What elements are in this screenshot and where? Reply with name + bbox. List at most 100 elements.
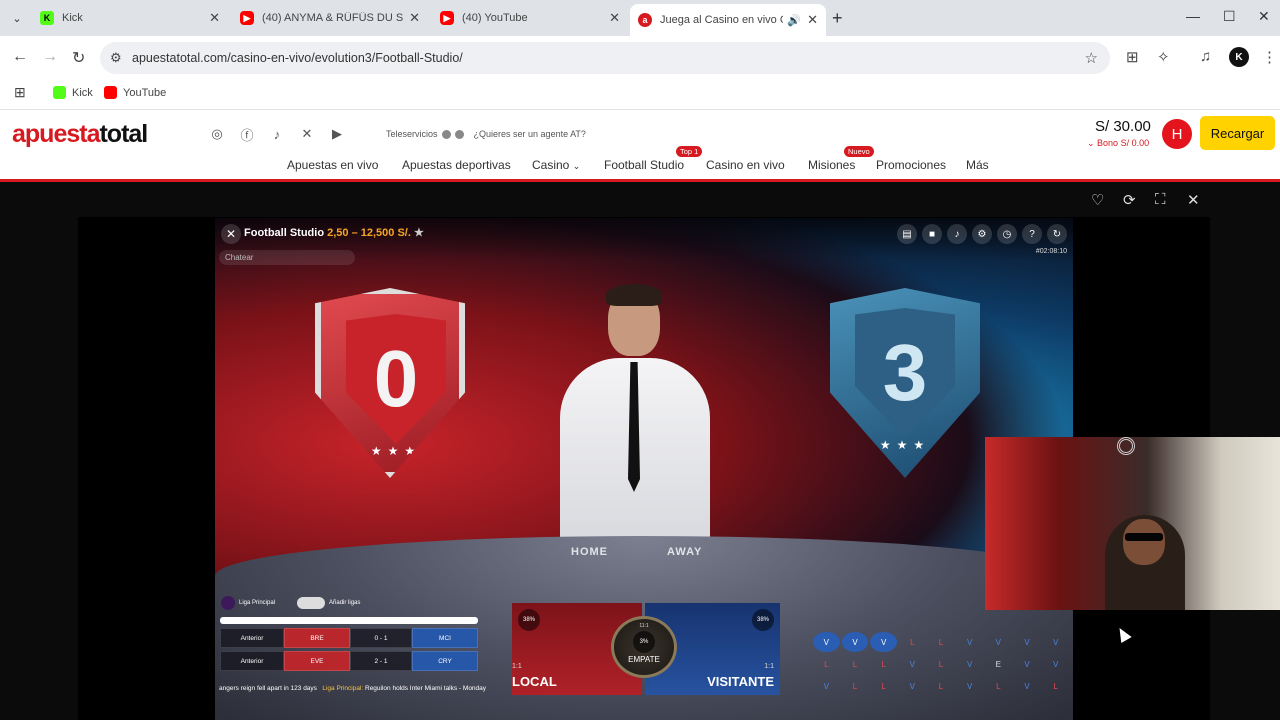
roadmap-cell: V	[909, 659, 915, 669]
dealer-hair	[606, 284, 662, 306]
menu-misiones[interactable]: Nuevo Misiones	[808, 146, 874, 172]
favorite-heart-icon[interactable]: ♡	[1091, 191, 1104, 209]
close-tab-icon[interactable]: ✕	[409, 10, 420, 26]
league-toggle[interactable]	[297, 597, 326, 609]
reload-icon[interactable]: ↻	[72, 48, 85, 68]
home-shield: 0 ★★★	[315, 288, 465, 478]
roadmap-cell: L	[938, 637, 944, 647]
roadmap-cell: V	[870, 632, 897, 652]
chat-icon[interactable]: ▤	[897, 224, 917, 244]
close-tab-icon[interactable]: ✕	[609, 10, 620, 26]
fullscreen-icon[interactable]: ⛶	[1155, 191, 1166, 208]
lobby-icon[interactable]: ↻	[1047, 224, 1067, 244]
menu-kebab-icon[interactable]: ⋮	[1262, 48, 1277, 66]
menu-casino[interactable]: Casino ⌄	[532, 158, 580, 172]
forward-icon[interactable]: →	[42, 48, 58, 66]
address-bar[interactable]: ⚙ apuestatotal.com/casino-en-vivo/evolut…	[100, 42, 1110, 74]
user-avatar[interactable]: H	[1162, 119, 1192, 149]
instagram-icon[interactable]: ◎	[209, 126, 225, 142]
main-menu: Apuestas en vivo Apuestas deportivas Cas…	[0, 146, 1280, 176]
recargar-button[interactable]: Recargar	[1200, 116, 1275, 150]
facebook-icon[interactable]: ⓕ	[239, 126, 255, 143]
bookmark-kick[interactable]: Kick	[53, 86, 93, 99]
local-payout: 1:1	[512, 663, 522, 670]
roadmap-cell: L	[852, 681, 858, 691]
agent-link[interactable]: ¿Quieres ser un agente AT?	[474, 129, 586, 139]
url-text[interactable]: apuestatotal.com/casino-en-vivo/evolutio…	[132, 51, 463, 65]
apps-grid-icon[interactable]: ⊞	[14, 84, 26, 101]
close-game-icon[interactable]: ✕	[1187, 191, 1200, 209]
close-icon[interactable]: ✕	[221, 224, 241, 244]
tab-anyma[interactable]: ▶ (40) ANYMA & RÜFÜS DU SOL ✕	[232, 4, 428, 32]
bet-limits: 2,50 – 12,500 S/.	[327, 227, 411, 239]
site-logo[interactable]: apuestatotal	[12, 120, 148, 149]
empate-payout: 11:1	[639, 623, 649, 629]
translate-icon[interactable]: ⊞	[1126, 48, 1139, 66]
game-name: Football Studio	[244, 227, 325, 239]
browser-tab-bar: ⌄ K Kick ✕ ▶ (40) ANYMA & RÜFÜS DU SOL ✕…	[0, 0, 1280, 36]
extensions-icon[interactable]: ✧	[1157, 48, 1170, 66]
menu-promociones[interactable]: Promociones	[876, 158, 946, 172]
video-icon[interactable]: ■	[922, 224, 942, 244]
back-icon[interactable]: ←	[12, 48, 28, 66]
add-league-link[interactable]: Añadir ligas	[329, 600, 360, 606]
game-toolbar: ▤ ■ ♪ ⚙ ◷ ? ↻	[897, 224, 1067, 244]
menu-mas[interactable]: Más	[966, 158, 989, 172]
maximize-icon[interactable]: ☐	[1223, 8, 1236, 25]
menu-football-studio[interactable]: Top 1 Football Studio	[604, 146, 703, 172]
menu-apuestas-deportivas[interactable]: Apuestas deportivas	[402, 158, 511, 172]
roadmap-cell: L	[881, 659, 886, 669]
streamer-face	[1123, 519, 1165, 565]
tab-casino-active[interactable]: a Juega al Casino en vivo Onl 🔊 ✕	[630, 4, 826, 36]
bet-spot-empate[interactable]: 11:1 3% EMPATE	[611, 616, 677, 678]
close-window-icon[interactable]: ✕	[1258, 8, 1270, 25]
profile-avatar[interactable]: K	[1229, 47, 1249, 67]
tab-youtube[interactable]: ▶ (40) YouTube ✕	[432, 4, 628, 32]
league-selector[interactable]: Liga Principal Añadir ligas	[221, 596, 360, 610]
sunglasses	[1125, 533, 1163, 541]
dealer	[550, 284, 720, 558]
close-tab-icon[interactable]: ✕	[209, 10, 220, 26]
x-icon[interactable]: ✕	[299, 126, 315, 142]
balance-amount[interactable]: S/ 30.00	[1095, 118, 1151, 135]
tab-kick[interactable]: K Kick ✕	[32, 4, 228, 32]
tab-title: Juega al Casino en vivo Onl	[660, 14, 784, 26]
home-card-value: 0	[346, 314, 446, 444]
results-roadmap: VVVLLVVVVLLLVLVEVVVLLVLVLVL	[813, 632, 1069, 696]
youtube-icon[interactable]: ▶	[329, 126, 345, 142]
minimize-icon[interactable]: —	[1186, 8, 1200, 24]
new-tab-icon[interactable]: +	[832, 8, 843, 29]
roadmap-cell: V	[823, 681, 829, 691]
teleservicios[interactable]: Teleservicios ¿Quieres ser un agente AT?	[386, 129, 586, 139]
bookmark-youtube[interactable]: YouTube	[104, 86, 166, 99]
site-header: apuestatotal ◎ ⓕ ♪ ✕ ▶ Teleservicios ¿Qu…	[0, 110, 1280, 182]
social-links: ◎ ⓕ ♪ ✕ ▶	[209, 126, 345, 143]
site-info-icon[interactable]: ⚙	[110, 50, 130, 66]
chat-input[interactable]: Chatear	[219, 250, 355, 265]
bookmark-star-icon[interactable]: ☆	[1085, 49, 1098, 67]
volume-icon[interactable]: ♪	[947, 224, 967, 244]
tiktok-icon[interactable]: ♪	[269, 126, 285, 142]
bono-balance[interactable]: ⌄ Bono S/ 0.00	[1087, 138, 1149, 149]
refresh-game-icon[interactable]: ⟳	[1123, 191, 1136, 209]
history-icon[interactable]: ◷	[997, 224, 1017, 244]
favorite-star-icon[interactable]: ★	[414, 227, 424, 239]
visitante-payout: 1:1	[764, 663, 774, 670]
bookmark-label: YouTube	[123, 86, 167, 99]
tab-search-icon[interactable]: ⌄	[6, 7, 28, 29]
roadmap-cell: V	[909, 681, 915, 691]
match-score: 2 - 1	[350, 651, 412, 671]
roadmap-cell: V	[995, 637, 1001, 647]
settings-icon[interactable]: ⚙	[972, 224, 992, 244]
help-icon[interactable]: ?	[1022, 224, 1042, 244]
close-tab-icon[interactable]: ✕	[807, 12, 818, 28]
roadmap-cell: V	[1024, 637, 1030, 647]
menu-label: Football Studio	[604, 158, 685, 172]
bookmark-label: Kick	[72, 86, 93, 99]
media-control-icon[interactable]: ♫	[1200, 48, 1211, 65]
menu-casino-en-vivo[interactable]: Casino en vivo	[706, 158, 785, 172]
menu-apuestas-en-vivo[interactable]: Apuestas en vivo	[287, 158, 378, 172]
speaker-icon[interactable]: 🔊	[787, 14, 801, 27]
roadmap-cell: V	[813, 632, 840, 652]
local-label: LOCAL	[512, 674, 557, 689]
